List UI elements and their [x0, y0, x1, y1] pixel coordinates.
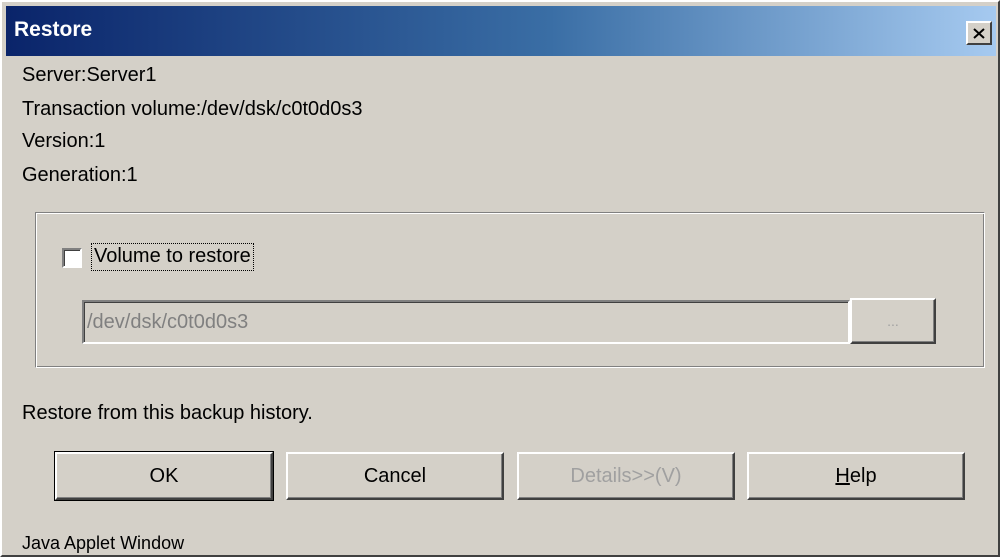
close-button[interactable]: [966, 21, 992, 45]
window-title: Restore: [14, 18, 93, 41]
browse-button: ...: [850, 298, 936, 344]
volume-to-restore-label[interactable]: Volume to restore: [91, 243, 254, 271]
title-bar[interactable]: Restore: [6, 6, 996, 56]
server-info: Server:Server1: [22, 64, 157, 86]
help-button[interactable]: Help: [747, 452, 965, 500]
help-label-rest: elp: [849, 465, 877, 487]
cancel-button[interactable]: Cancel: [286, 452, 504, 500]
applet-window-footer: Java Applet Window: [22, 533, 185, 553]
close-icon: [973, 27, 985, 39]
restore-dialog: Restore Server:Server1 Transaction volum…: [0, 0, 1000, 557]
restore-message: Restore from this backup history.: [22, 402, 313, 424]
transaction-volume-info: Transaction volume:/dev/dsk/c0t0d0s3: [22, 98, 363, 120]
help-mnemonic: H: [835, 465, 850, 487]
volume-to-restore-checkbox[interactable]: [62, 248, 82, 268]
volume-path-field: /dev/dsk/c0t0d0s3: [82, 300, 850, 344]
volume-group: [35, 212, 985, 368]
details-button: Details>>(V): [517, 452, 735, 500]
generation-info: Generation:1: [22, 164, 138, 186]
version-info: Version:1: [22, 130, 106, 152]
ok-button[interactable]: OK: [54, 451, 274, 501]
